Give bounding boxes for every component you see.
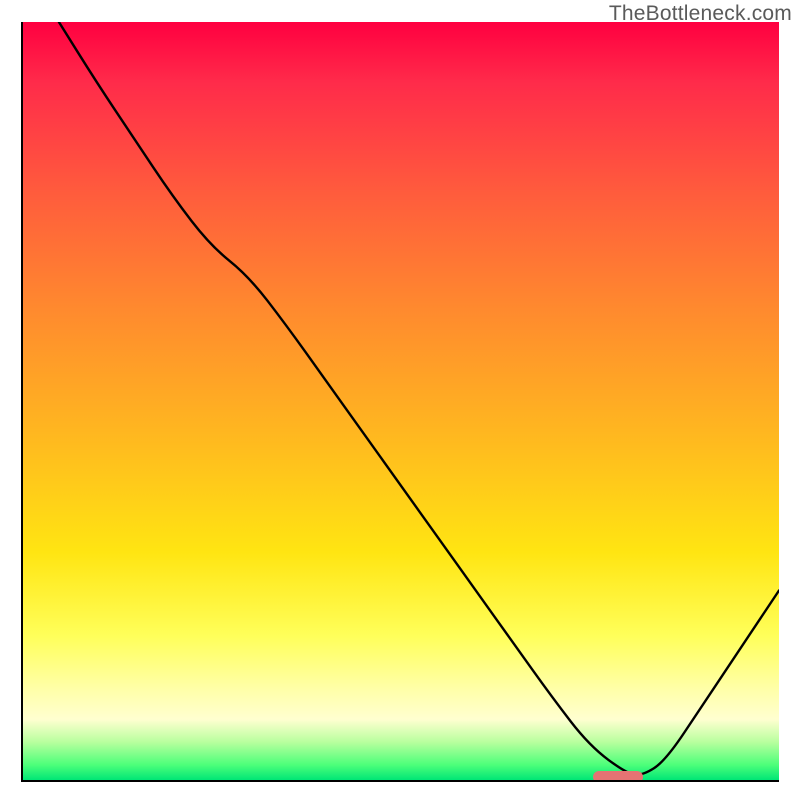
plot-area bbox=[21, 22, 779, 780]
optimal-range-marker bbox=[593, 771, 642, 780]
y-axis bbox=[21, 22, 23, 780]
chart-container: TheBottleneck.com bbox=[0, 0, 800, 800]
x-axis bbox=[21, 780, 779, 782]
bottleneck-curve bbox=[21, 22, 779, 780]
